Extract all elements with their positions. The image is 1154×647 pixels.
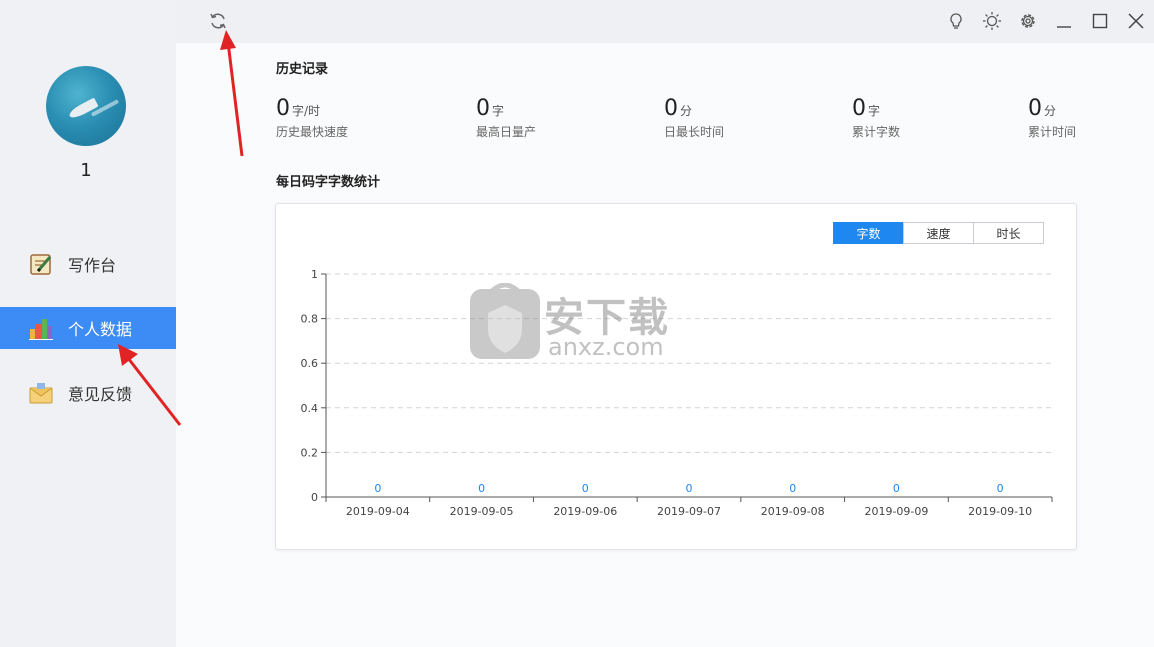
stat-value: 0 [476,96,490,121]
history-title: 历史记录 [276,62,329,77]
stat-label: 历史最快速度 [276,125,349,139]
x-tick-label: 2019-09-10 [968,505,1032,518]
lightbulb-icon[interactable] [944,9,968,33]
stat-value: 0 [664,96,678,121]
refresh-icon[interactable] [206,9,230,33]
y-tick-label: 0.4 [301,402,319,415]
y-tick-label: 0 [311,491,318,504]
data-label: 0 [478,482,485,495]
maximize-icon[interactable] [1088,9,1112,33]
stat-value: 0 [852,96,866,121]
avatar[interactable] [46,66,126,146]
username: 1 [80,160,92,181]
stat-max-daily-output: 0字 最高日量产 [476,96,536,140]
bar-chart-icon [28,315,54,341]
stat-total-time: 0分 累计时间 [1028,96,1076,140]
sidebar-item-personal-data[interactable]: 个人数据 [0,307,176,349]
stat-label: 累计时间 [1028,125,1077,139]
stat-value: 0 [276,96,290,121]
stat-label: 日最长时间 [664,125,725,139]
stat-value: 0 [1028,96,1042,121]
data-label: 0 [893,482,900,495]
data-label: 0 [582,482,589,495]
gear-icon[interactable] [1016,9,1040,33]
x-tick-label: 2019-09-05 [450,505,514,518]
stat-label: 最高日量产 [476,125,537,139]
stat-total-words: 0字 累计字数 [852,96,900,140]
chart-card: 1 0.8 0.6 0.4 0.2 0 0 2019-09-04 0 2019-09-05 0 201… [275,203,1077,550]
stat-label: 累计字数 [852,125,901,139]
data-label: 0 [374,482,381,495]
sidebar-item-label: 个人数据 [68,320,133,339]
sidebar-item-label: 写作台 [68,256,117,275]
sidebar: 1 写作台 个人数据 意见反馈 [0,0,176,647]
stat-unit: 分 [1044,104,1057,118]
data-label: 0 [997,482,1004,495]
sidebar-item-feedback[interactable]: 意见反馈 [0,372,176,414]
minimize-icon[interactable] [1052,9,1076,33]
app-window: 1 写作台 个人数据 意见反馈 历史记录 0 字/时 历史最快速度 0 字 最高… [0,0,1154,647]
data-label: 0 [686,482,693,495]
x-tick-label: 2019-09-04 [346,505,410,518]
stat-unit: 字 [868,104,881,118]
chart-metric-tabs: 字数 速度 时长 [833,222,1044,244]
stat-unit: 分 [680,104,693,118]
tab-word-count[interactable]: 字数 [833,222,904,244]
envelope-icon [28,380,54,406]
tab-speed[interactable]: 速度 [903,222,974,244]
stat-fastest-speed: 0 字/时 历史最快速度 [276,96,348,140]
sidebar-item-label: 意见反馈 [68,385,133,404]
notepad-icon [28,251,54,277]
tab-duration[interactable]: 时长 [973,222,1044,244]
y-tick-label: 0.6 [301,357,319,370]
avatar-boat [67,97,99,121]
stat-unit: 字/时 [292,104,321,118]
y-tick-label: 0.8 [301,313,319,326]
close-icon[interactable] [1124,9,1148,33]
y-tick-label: 1 [311,268,318,281]
x-tick-label: 2019-09-08 [761,505,825,518]
data-label: 0 [789,482,796,495]
x-tick-label: 2019-09-09 [864,505,928,518]
x-tick-label: 2019-09-06 [553,505,617,518]
stat-unit: 字 [492,104,505,118]
y-tick-label: 0.2 [301,446,319,459]
x-tick-label: 2019-09-07 [657,505,721,518]
daily-chart-title: 每日码字字数统计 [276,175,381,190]
stat-longest-daily-time: 0分 日最长时间 [664,96,724,140]
title-bar [176,0,1154,43]
sun-icon[interactable] [980,9,1004,33]
daily-word-chart: 1 0.8 0.6 0.4 0.2 0 0 2019-09-04 0 2019-09-05 0 201… [301,268,1053,518]
sidebar-item-writing-desk[interactable]: 写作台 [0,243,176,285]
